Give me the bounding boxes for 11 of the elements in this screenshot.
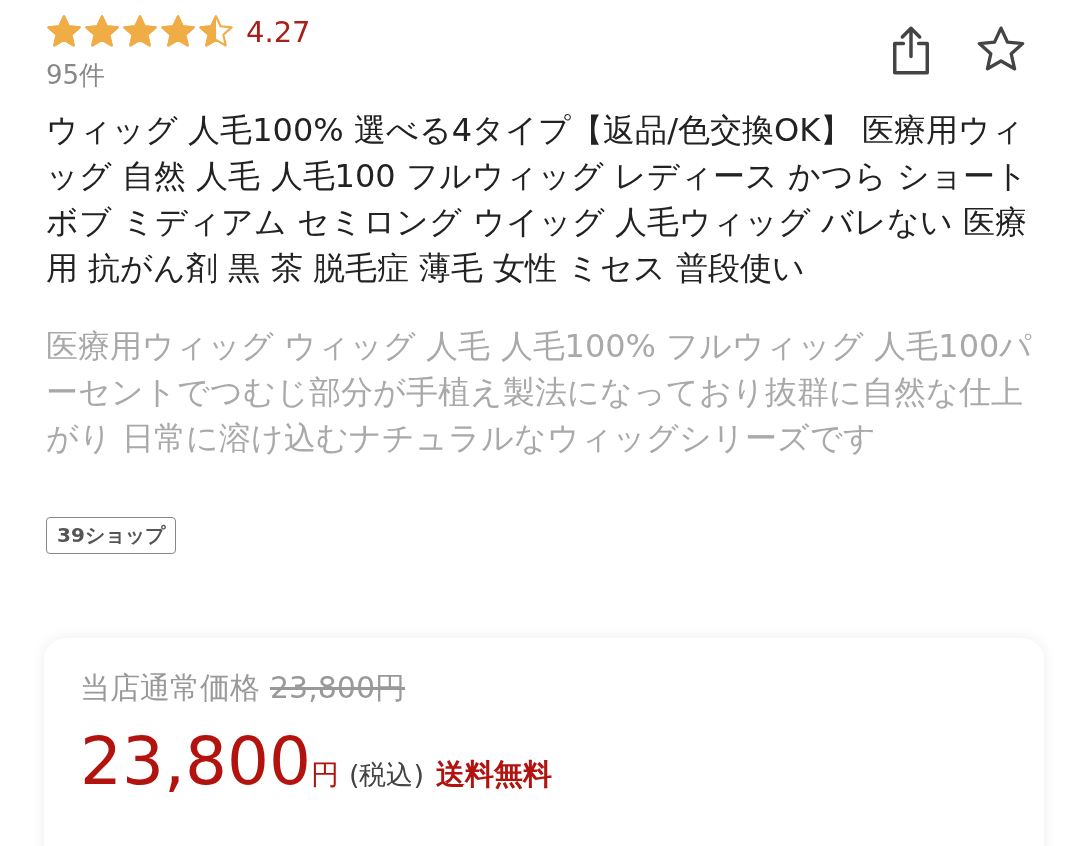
regular-price-label: 当店通常価格 <box>80 669 260 707</box>
product-title: ウィッグ 人毛100% 選べる4タイプ【返品/色交換OK】 医療用ウィッグ 自然 人毛 人毛100 フルウィッグ レディース かつら ショートボブ ミディアム セミロング ウイッグ 人毛ウィッグ バレない 医療用 抗がん剤 黒 茶 脱毛症 薄毛 女性 ミセス 普段使い <box>46 110 1030 289</box>
product-description: 医療用ウィッグ ウィッグ 人毛 人毛100% フルウィッグ 人毛100パーセントでつむじ部分が手植え製法になっており抜群に自然な仕上がり 日常に溶け込むナチュラルなウィッグシリーズです <box>46 326 1034 459</box>
regular-price: 23,800円 <box>270 669 405 707</box>
shop-tag[interactable]: 39ショップ <box>46 517 176 554</box>
price-unit: 円 <box>310 757 339 793</box>
free-shipping-label: 送料無料 <box>436 756 552 793</box>
rating-score: 4.27 <box>246 15 311 49</box>
review-count[interactable]: 95件 <box>46 58 106 93</box>
price: 23,800 <box>80 723 311 800</box>
tax-note: (税込) <box>348 758 424 792</box>
